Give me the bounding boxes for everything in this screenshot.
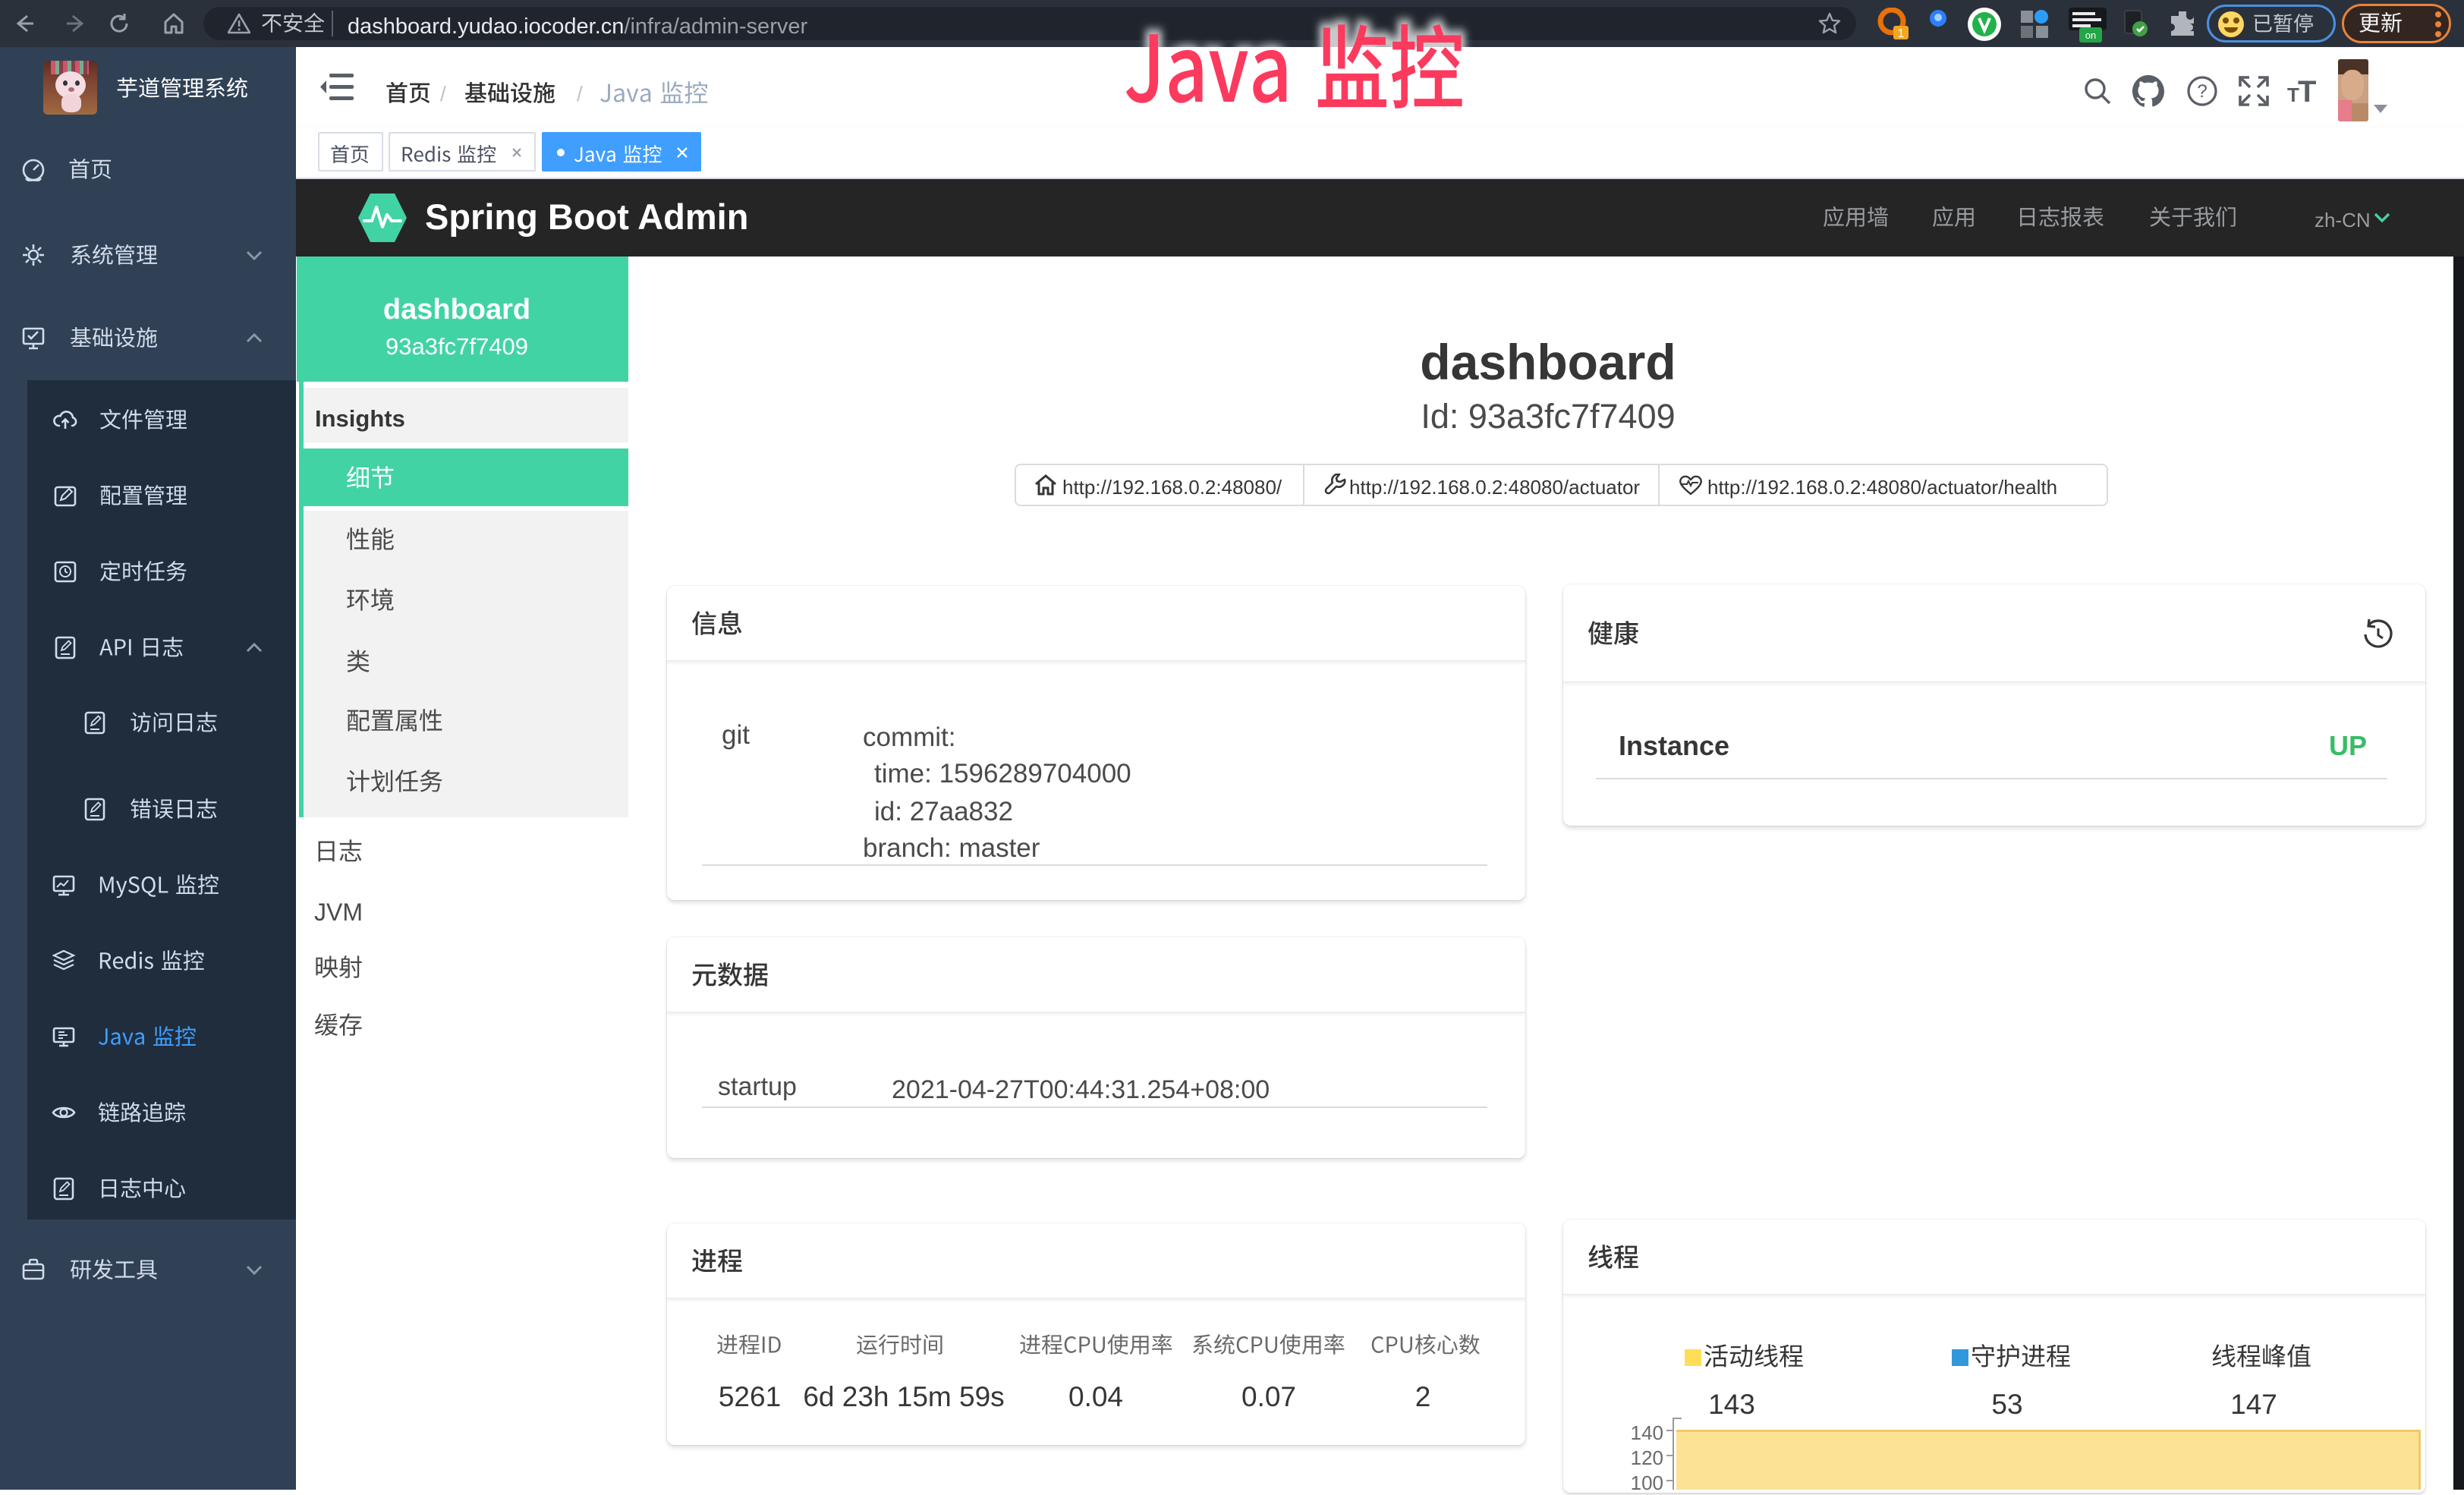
svg-text:T: T — [2298, 76, 2316, 106]
svg-text:1: 1 — [1898, 27, 1905, 40]
svg-text:?: ? — [2197, 81, 2207, 102]
svg-text:on: on — [2085, 30, 2096, 41]
